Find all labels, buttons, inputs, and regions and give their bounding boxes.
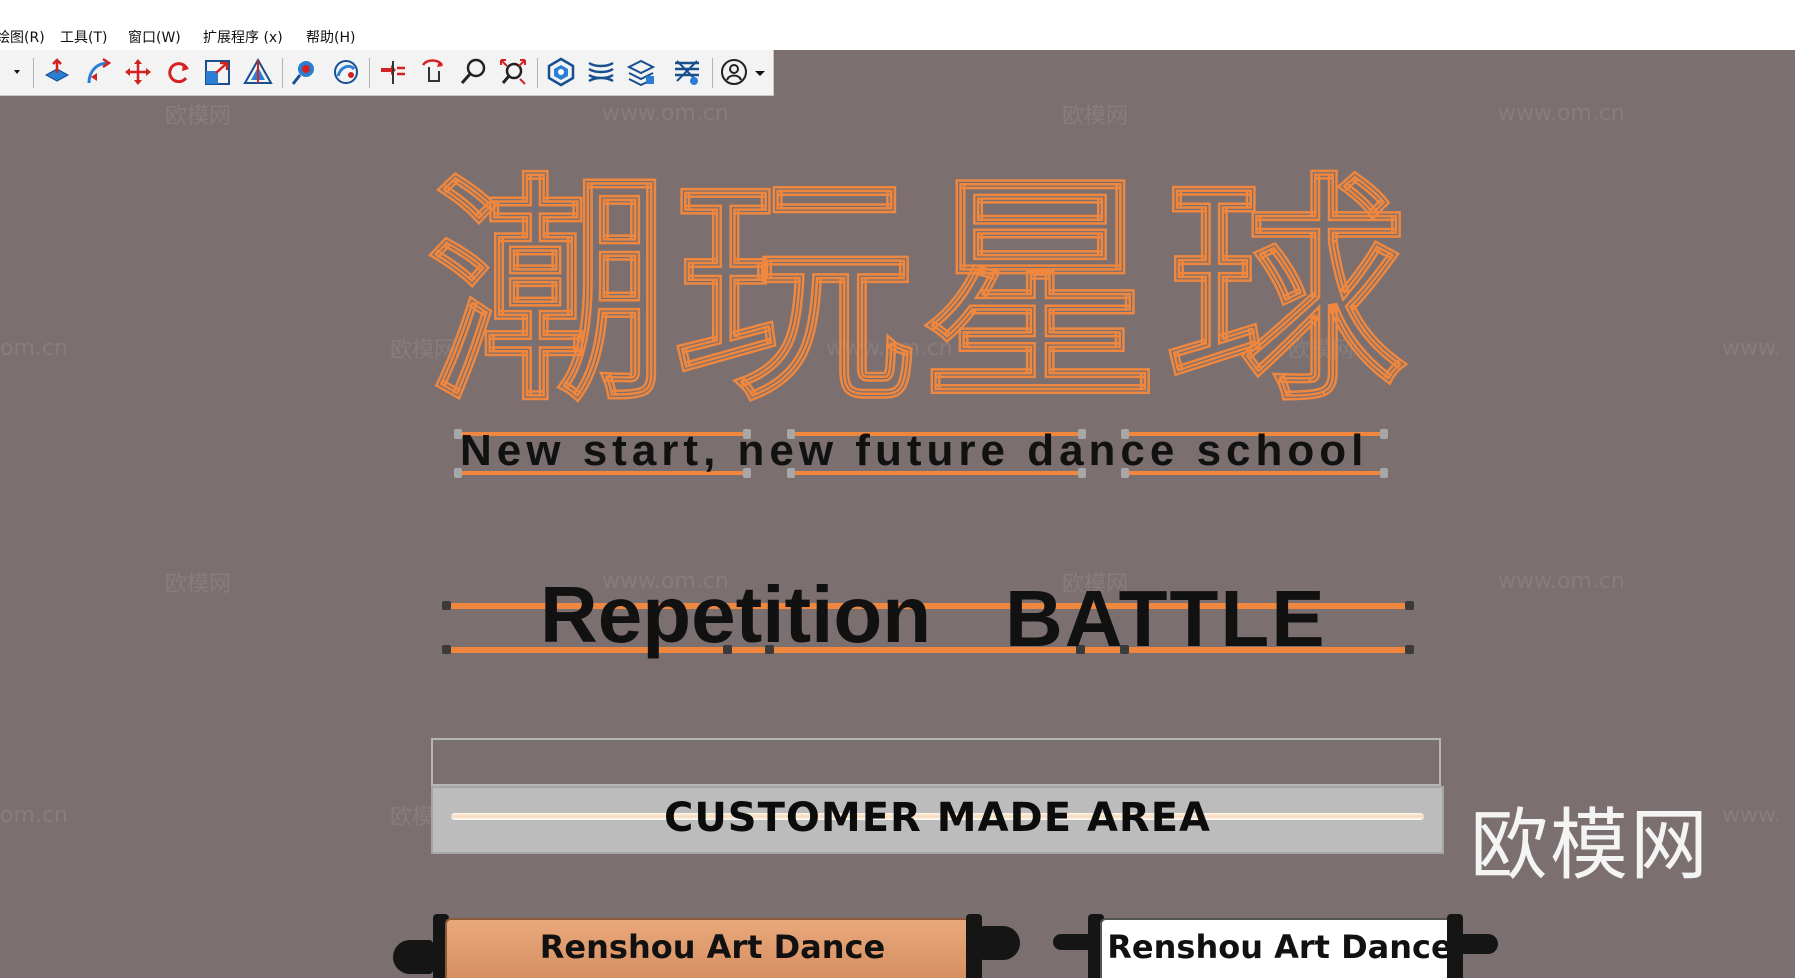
chevron-down-icon[interactable]: [752, 57, 768, 87]
move-icon[interactable]: [123, 57, 153, 87]
orbit-icon[interactable]: [418, 57, 448, 87]
menu-draw[interactable]: 绘图(R): [0, 27, 45, 47]
sign-frame-top[interactable]: [431, 738, 1441, 786]
position-camera-icon[interactable]: [290, 57, 320, 87]
battle-text[interactable]: BATTLE: [1005, 573, 1327, 665]
watermark-text: www.: [1722, 803, 1781, 828]
follow-me-icon[interactable]: [83, 57, 113, 87]
toolbar-separator: [712, 58, 713, 88]
repetition-text[interactable]: Repetition: [540, 569, 931, 661]
watermark-text: www.om.cn: [1498, 101, 1625, 126]
account-icon[interactable]: [720, 57, 750, 87]
offset-icon[interactable]: [243, 57, 273, 87]
push-pull-icon[interactable]: [42, 57, 72, 87]
zoom-extents-icon[interactable]: [498, 57, 528, 87]
look-around-icon[interactable]: [330, 57, 360, 87]
model-viewport[interactable]: 欧模网 www.om.cn 欧模网 www.om.cn om.cn 欧模网 ww…: [0, 96, 1795, 978]
watermark-text: 欧模网: [165, 104, 232, 129]
stamp-icon[interactable]: [586, 57, 616, 87]
watermark-text: 欧模网: [165, 572, 232, 597]
brand-watermark: 欧模网: [1470, 801, 1711, 891]
menu-window[interactable]: 窗口(W): [128, 27, 181, 47]
watermark-text: om.cn: [0, 803, 68, 828]
watermark-text: 欧模网: [1062, 104, 1129, 129]
customer-area-text: CUSTOMER MADE AREA: [663, 795, 1212, 841]
zoom-icon[interactable]: [458, 57, 488, 87]
walk-icon[interactable]: [378, 57, 408, 87]
title-cn-text: 潮玩星球: [428, 153, 1412, 426]
title-cn-outline[interactable]: 潮玩星球: [420, 136, 1420, 426]
scale-icon[interactable]: [203, 57, 233, 87]
watermark-text: www.om.cn: [602, 101, 729, 126]
scroll-left-text: Renshou Art Dance: [539, 928, 886, 966]
menu-bar: 绘图(R) 工具(T) 窗口(W) 扩展程序 (x) 帮助(H): [0, 0, 1795, 50]
layers-icon[interactable]: [626, 57, 656, 87]
sandbox-icon[interactable]: [546, 57, 576, 87]
menu-help[interactable]: 帮助(H): [306, 27, 355, 47]
toolbar-separator: [369, 58, 370, 88]
select-arrow-icon[interactable]: [0, 57, 24, 87]
menu-tools[interactable]: 工具(T): [60, 27, 107, 47]
toolbar-separator: [282, 58, 283, 88]
watermark-text: om.cn: [0, 336, 68, 361]
toolbar-separator: [537, 58, 538, 88]
watermark-text: www.om.cn: [1498, 569, 1625, 594]
toolbar: [0, 50, 774, 96]
styles-icon[interactable]: [672, 57, 702, 87]
toolbar-separator: [33, 58, 34, 88]
scroll-right-text: Renshou Art Dance: [1107, 928, 1453, 966]
rotate-icon[interactable]: [163, 57, 193, 87]
subtitle-text[interactable]: New start, new future dance school: [460, 426, 1368, 476]
customer-made-sign[interactable]: CUSTOMER MADE AREA: [431, 786, 1444, 854]
watermark-text: www.: [1722, 336, 1781, 361]
menu-extensions[interactable]: 扩展程序 (x): [203, 27, 283, 47]
